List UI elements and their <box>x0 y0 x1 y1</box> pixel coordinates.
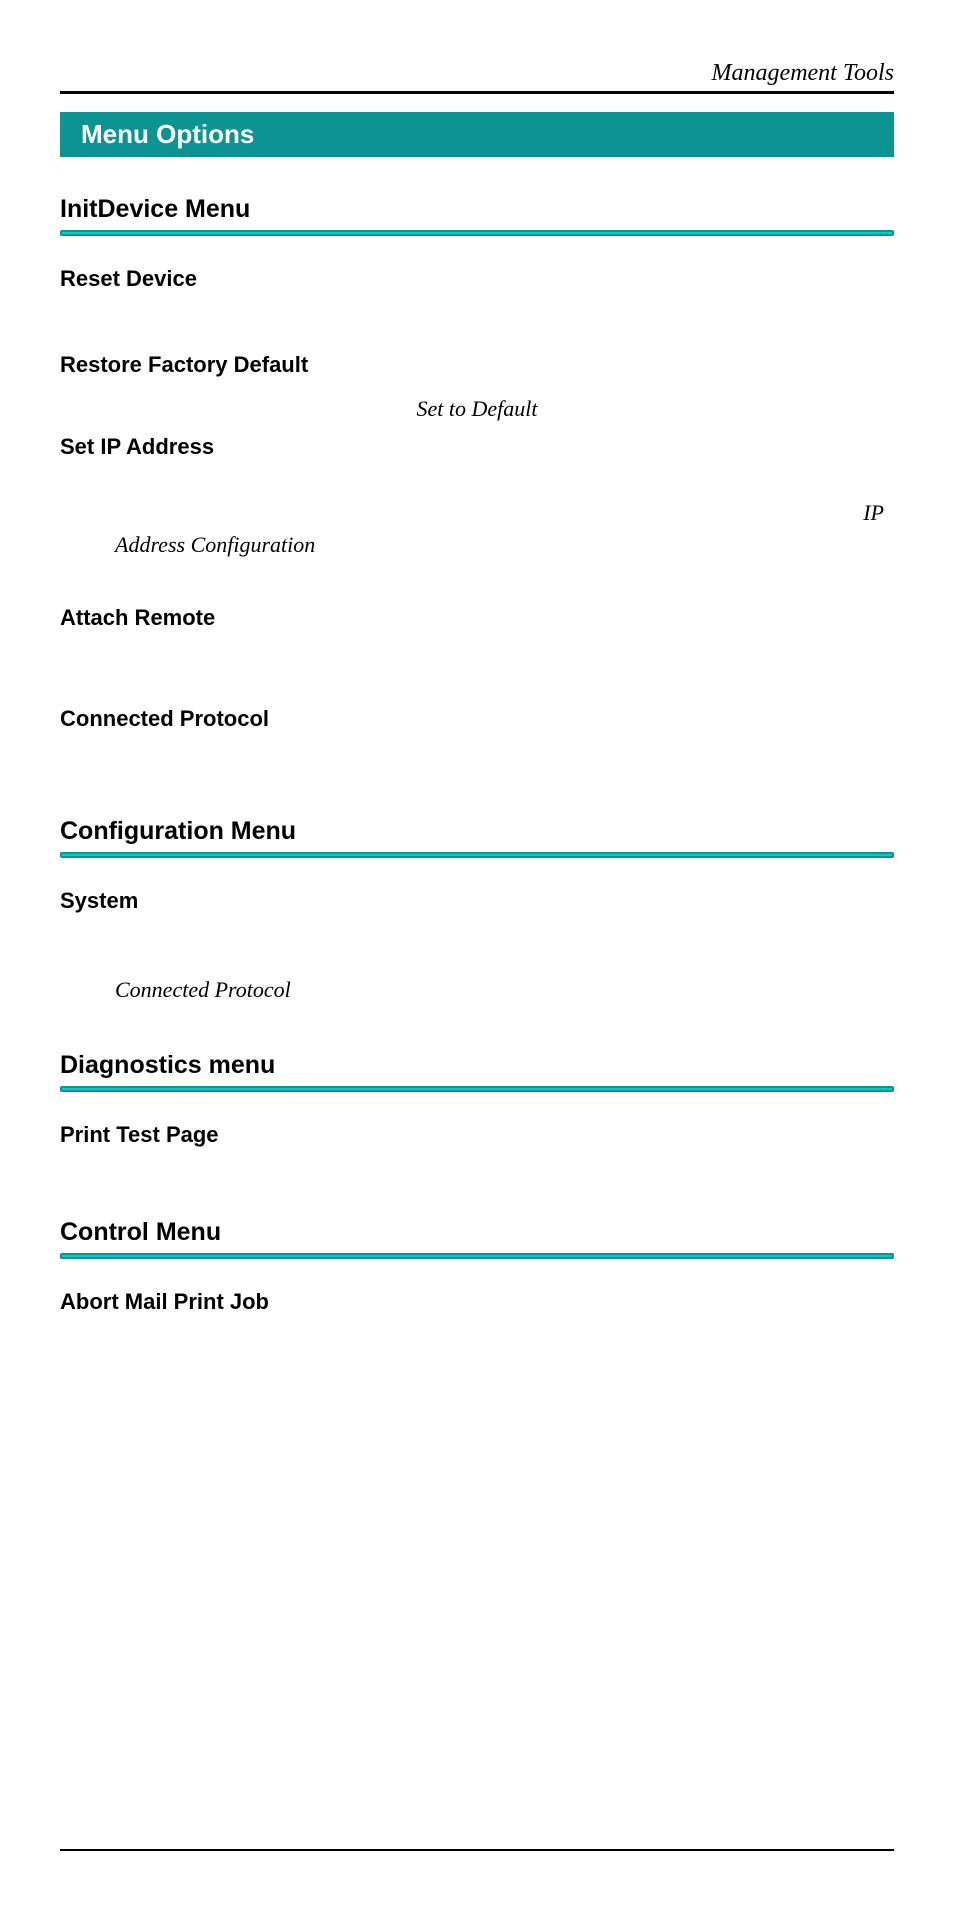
section-title: Control Menu <box>60 1218 894 1247</box>
item-title: Print Test Page <box>60 1122 894 1148</box>
page: Management Tools Menu Options InitDevice… <box>0 0 954 1906</box>
section-title: Configuration Menu <box>60 817 894 846</box>
note-ip: IP <box>863 500 884 526</box>
section-configuration: Configuration Menu System Connected Prot… <box>60 817 894 1006</box>
note-connected-protocol: Connected Protocol <box>115 974 894 1006</box>
section-initdevice: InitDevice Menu Reset Device Restore Fac… <box>60 195 894 732</box>
note-set-to-default: Set to Default <box>60 396 894 422</box>
item-title: Reset Device <box>60 266 894 292</box>
item-print-test-page: Print Test Page <box>60 1122 894 1148</box>
item-title: Attach Remote <box>60 605 894 631</box>
ip-address-note: IP Address Configuration <box>60 500 894 570</box>
section-title: Diagnostics menu <box>60 1051 894 1080</box>
item-abort-mail-print-job: Abort Mail Print Job <box>60 1289 894 1315</box>
item-title: Restore Factory Default <box>60 352 894 378</box>
section-rule <box>60 852 894 858</box>
section-rule <box>60 230 894 236</box>
section-rule <box>60 1253 894 1259</box>
banner-menu-options: Menu Options <box>60 112 894 157</box>
item-title: System <box>60 888 894 914</box>
page-header: Management Tools <box>60 60 894 94</box>
banner-text: Menu Options <box>81 119 254 149</box>
section-diagnostics: Diagnostics menu Print Test Page <box>60 1051 894 1148</box>
item-attach-remote: Attach Remote <box>60 605 894 631</box>
banner-spacer <box>70 123 73 145</box>
section-title: InitDevice Menu <box>60 195 894 224</box>
item-restore-factory-default: Restore Factory Default Set to Default <box>60 352 894 422</box>
item-title: Set IP Address <box>60 434 894 460</box>
item-connected-protocol: Connected Protocol <box>60 706 894 732</box>
note-address-configuration: Address Configuration <box>115 532 315 558</box>
item-title: Connected Protocol <box>60 706 894 732</box>
item-title: Abort Mail Print Job <box>60 1289 894 1315</box>
section-rule <box>60 1086 894 1092</box>
item-system: System Connected Protocol <box>60 888 894 1006</box>
item-reset-device: Reset Device <box>60 266 894 292</box>
item-set-ip-address: Set IP Address IP Address Configuration <box>60 434 894 570</box>
section-control: Control Menu Abort Mail Print Job <box>60 1218 894 1315</box>
footer-rule <box>60 1849 894 1851</box>
